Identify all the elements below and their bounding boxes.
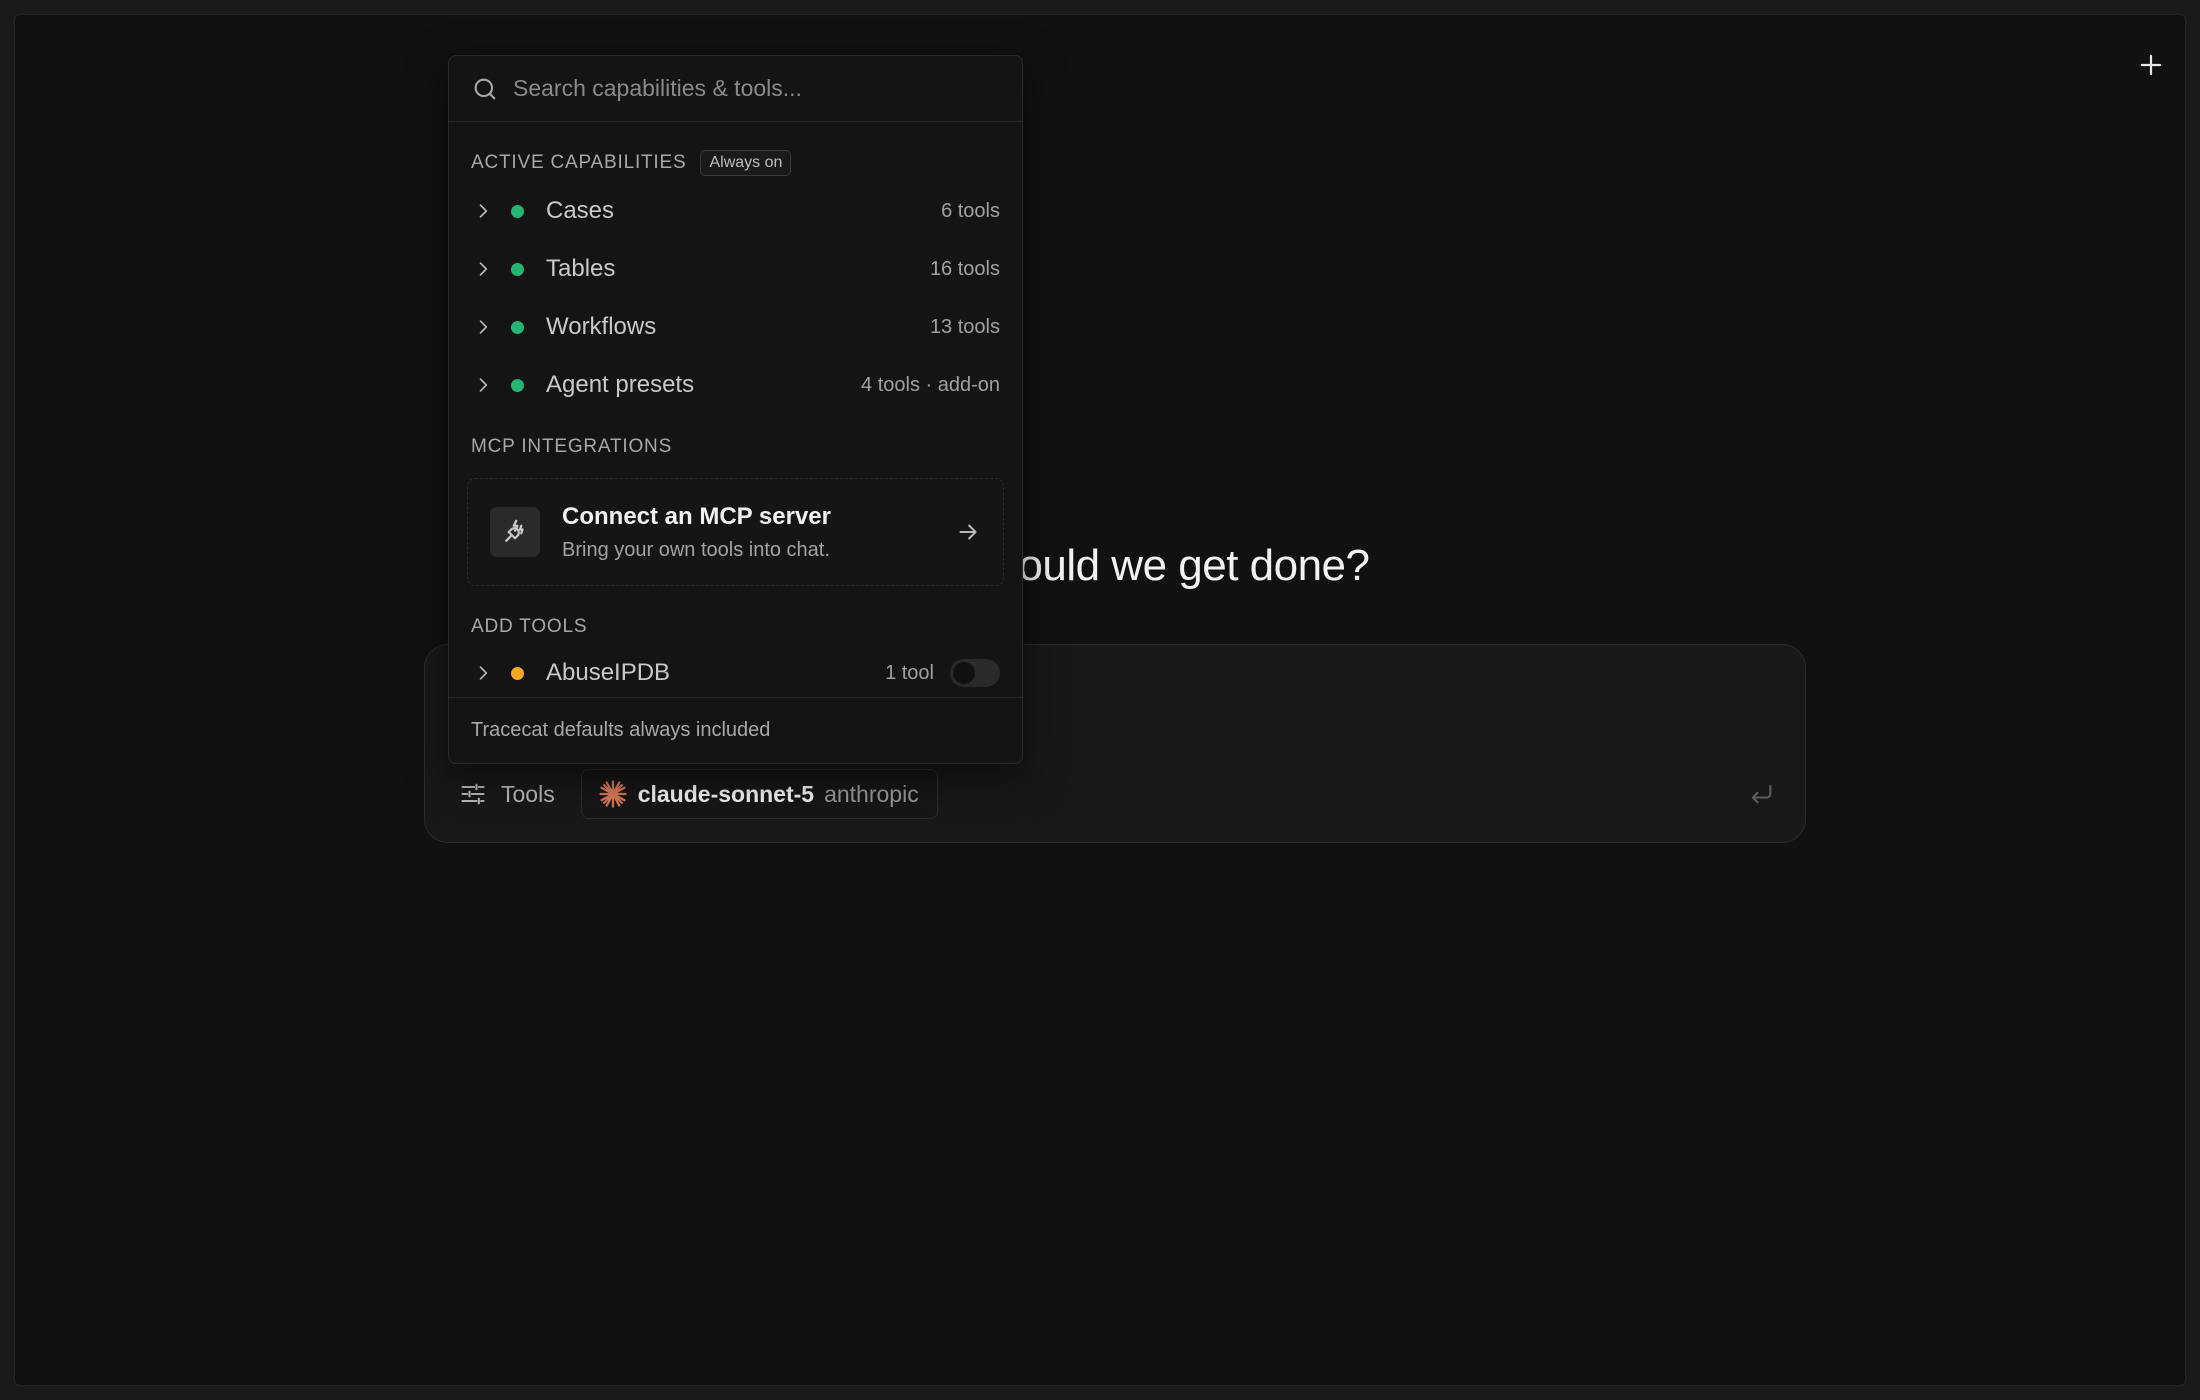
- model-selector[interactable]: claude-sonnet-5 anthropic: [580, 769, 938, 819]
- anthropic-logo-icon: [599, 780, 627, 808]
- popover-list[interactable]: ACTIVE CAPABILITIES Always on Cases 6 to…: [449, 122, 1022, 698]
- plug-icon: [490, 507, 540, 557]
- status-dot: [511, 262, 524, 276]
- toggle-knob: [953, 662, 975, 684]
- capability-row-workflows[interactable]: Workflows 13 tools: [449, 298, 1022, 356]
- mcp-card-subtitle: Bring your own tools into chat.: [562, 538, 830, 561]
- section-title: ADD TOOLS: [471, 616, 588, 637]
- active-capabilities-header: ACTIVE CAPABILITIES Always on: [449, 150, 1022, 176]
- model-provider: anthropic: [824, 780, 919, 807]
- capability-row-tables[interactable]: Tables 16 tools: [449, 240, 1022, 298]
- add-tools-header: ADD TOOLS: [449, 616, 1022, 638]
- mcp-card-text: Connect an MCP server Bring your own too…: [562, 503, 955, 562]
- section-title: ACTIVE CAPABILITIES: [471, 152, 687, 173]
- popover-search: [449, 56, 1022, 122]
- tool-toggle[interactable]: [950, 659, 1000, 687]
- tool-label: AbuseIPDB: [546, 659, 671, 686]
- composer-toolbar: Tools claude-sonnet-5 anthropic: [447, 768, 1783, 820]
- search-icon: [474, 78, 496, 99]
- status-dot: [511, 666, 524, 680]
- capability-label: Workflows: [546, 313, 657, 340]
- new-chat-button[interactable]: [2133, 47, 2169, 83]
- status-dot: [511, 204, 524, 218]
- arrow-right-icon: [959, 524, 977, 540]
- capability-count: 4 tools · add-on: [861, 373, 1000, 396]
- chevron-right-icon[interactable]: [471, 199, 495, 223]
- app-window: What should we get done? Tools claude-so…: [14, 14, 2186, 1386]
- tool-count: 1 tool: [885, 661, 934, 684]
- capability-count: 6 tools: [941, 199, 1000, 222]
- model-name: claude-sonnet-5: [637, 780, 815, 807]
- capability-label: Tables: [546, 255, 616, 282]
- chevron-right-icon[interactable]: [471, 373, 495, 397]
- status-dot: [511, 320, 524, 334]
- capability-row-agent-presets[interactable]: Agent presets 4 tools · add-on: [449, 356, 1022, 414]
- capability-row-cases[interactable]: Cases 6 tools: [449, 182, 1022, 240]
- chevron-right-icon[interactable]: [471, 661, 495, 685]
- tools-label: Tools: [501, 780, 555, 807]
- mcp-card-title: Connect an MCP server: [562, 502, 831, 530]
- connect-mcp-server-card[interactable]: Connect an MCP server Bring your own too…: [467, 478, 1004, 586]
- enter-return-icon: [1751, 784, 1772, 804]
- capability-count: 16 tools: [929, 257, 1000, 280]
- mcp-integrations-header: MCP INTEGRATIONS: [449, 436, 1022, 458]
- status-dot: [511, 378, 524, 392]
- tool-row-abuseipdb[interactable]: AbuseIPDB 1 tool: [449, 644, 1022, 698]
- send-button[interactable]: [1739, 772, 1783, 816]
- always-on-badge: Always on: [700, 150, 792, 176]
- capability-label: Cases: [546, 197, 615, 224]
- capabilities-popover: ACTIVE CAPABILITIES Always on Cases 6 to…: [448, 55, 1023, 764]
- capabilities-search-input[interactable]: [513, 68, 1000, 109]
- popover-footer: Tracecat defaults always included: [449, 697, 1022, 763]
- chevron-right-icon[interactable]: [471, 257, 495, 281]
- tools-button[interactable]: Tools: [447, 769, 567, 819]
- capability-count: 13 tools: [929, 315, 1000, 338]
- sliders-icon: [461, 783, 485, 805]
- plus-icon: [2140, 54, 2162, 76]
- capability-label: Agent presets: [546, 371, 695, 398]
- chevron-right-icon[interactable]: [471, 315, 495, 339]
- section-title: MCP INTEGRATIONS: [471, 436, 673, 457]
